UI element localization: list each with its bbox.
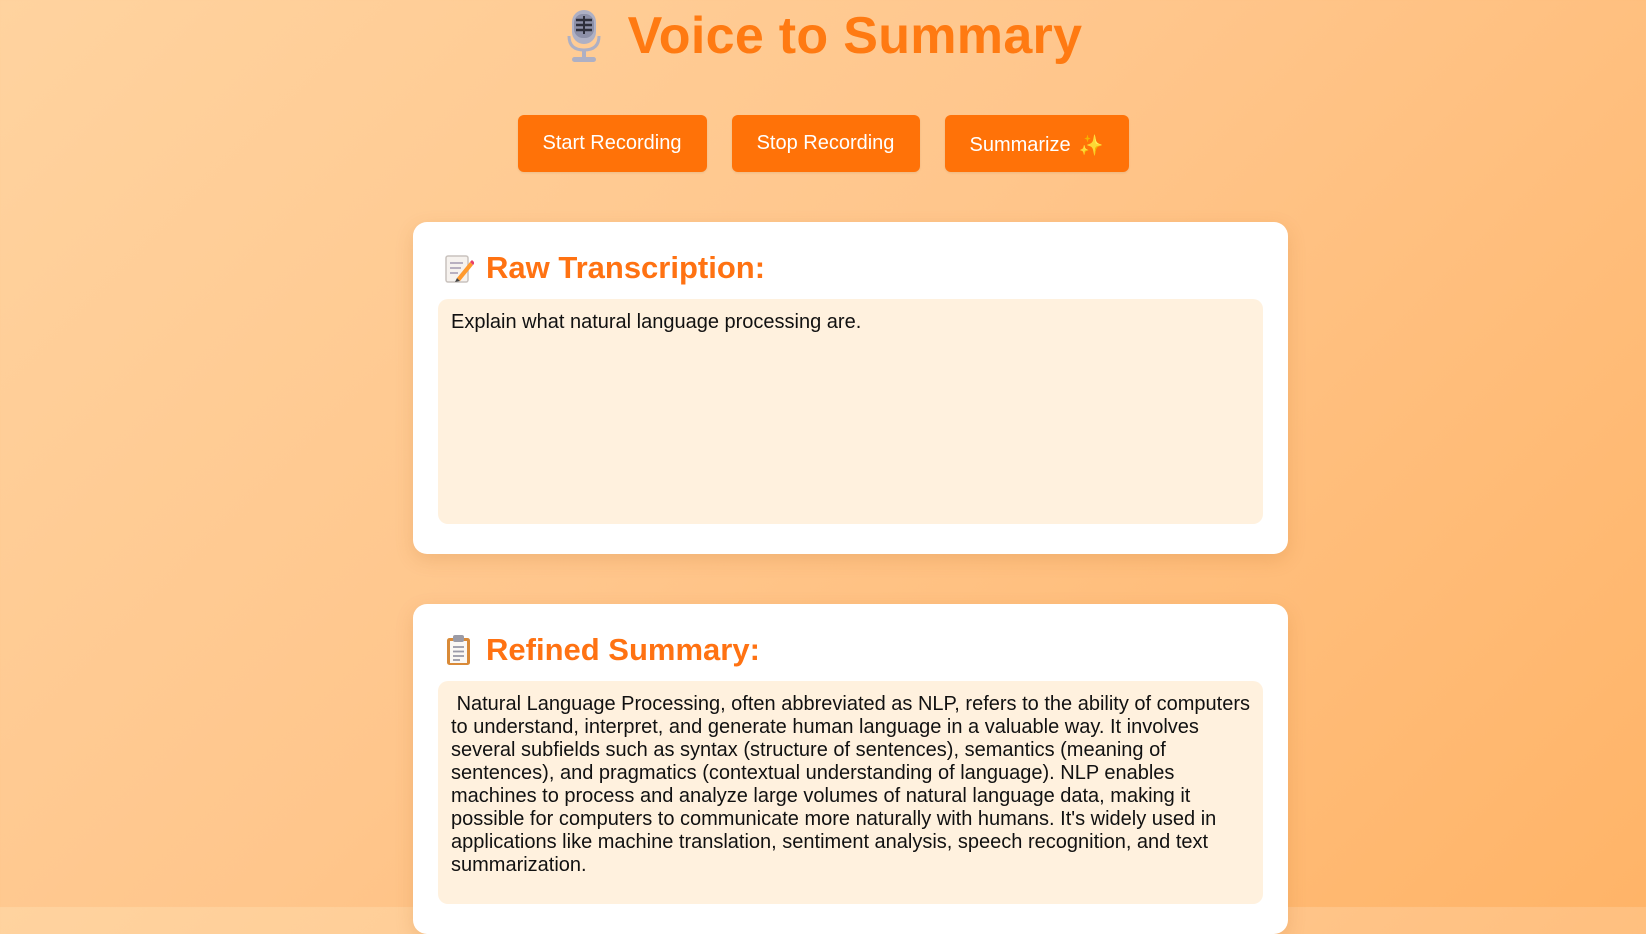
- clipboard-icon: [444, 634, 474, 666]
- stop-recording-button[interactable]: Stop Recording: [731, 115, 920, 172]
- raw-transcription-title: Raw Transcription:: [486, 250, 766, 285]
- raw-transcription-card: Raw Transcription: Explain what natural …: [413, 222, 1288, 554]
- raw-transcription-text[interactable]: Explain what natural language processing…: [438, 299, 1263, 524]
- sparkles-icon: ✨: [1078, 135, 1104, 157]
- stop-recording-label: Stop Recording: [756, 132, 895, 154]
- page-title: Voice to Summary: [627, 7, 1083, 65]
- refined-summary-title: Refined Summary:: [486, 632, 760, 667]
- recording-controls: Start Recording Stop Recording Summarize…: [0, 115, 1646, 172]
- summarize-label: Summarize: [969, 134, 1071, 156]
- start-recording-button[interactable]: Start Recording: [517, 115, 707, 172]
- refined-summary-header: Refined Summary:: [444, 632, 760, 668]
- page-header: Voice to Summary: [0, 6, 1646, 66]
- raw-transcription-header: Raw Transcription:: [444, 250, 765, 286]
- refined-summary-text[interactable]: Natural Language Processing, often abbre…: [438, 681, 1263, 904]
- summarize-button[interactable]: Summarize ✨: [944, 115, 1129, 172]
- refined-summary-card: Refined Summary: Natural Language Proces…: [413, 604, 1288, 934]
- memo-icon: [444, 252, 475, 284]
- start-recording-label: Start Recording: [542, 132, 682, 154]
- microphone-icon: [564, 8, 604, 64]
